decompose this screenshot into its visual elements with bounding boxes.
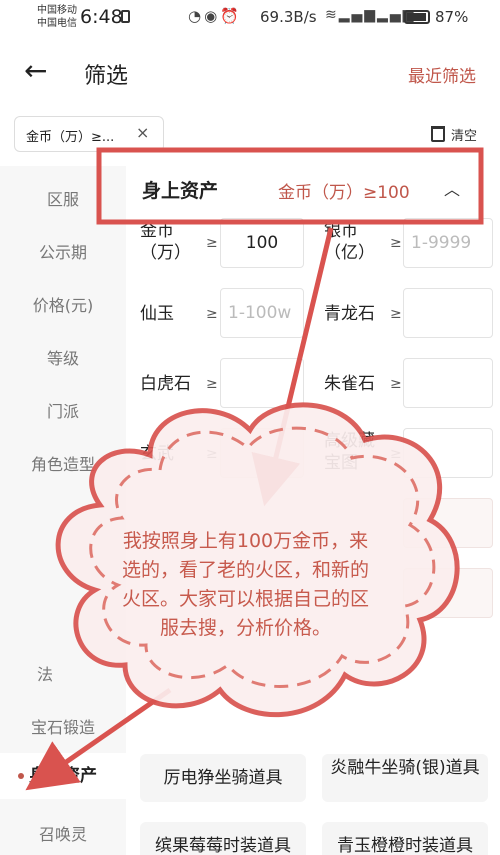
- sim-icon: [121, 10, 130, 23]
- speed-dial-icon: ◔: [188, 7, 205, 25]
- vermilion-bird-input[interactable]: [403, 358, 493, 408]
- status-time: 6:48: [80, 6, 123, 28]
- option-orange-outfit[interactable]: 青玉橙橙时装道具: [322, 822, 488, 855]
- battery-percent: 87%: [435, 8, 469, 26]
- treasure-map-input[interactable]: [403, 428, 493, 478]
- silver-input[interactable]: 1-9999: [403, 218, 493, 268]
- active-indicator: [18, 773, 24, 779]
- sidebar-item-gem-forging[interactable]: 宝石锻造: [0, 714, 126, 738]
- jade-input[interactable]: 1-100w: [220, 288, 304, 338]
- field-op-jade: ≥: [206, 306, 218, 322]
- field-label-silver: 银币 （亿）: [324, 221, 375, 263]
- carrier-1: 中国移动: [37, 5, 77, 16]
- field-op-azure-dragon: ≥: [390, 306, 402, 322]
- trash-icon[interactable]: [431, 126, 445, 142]
- back-arrow-icon[interactable]: ←: [24, 56, 47, 86]
- signal-4g-icon: ▂▄▆: [338, 7, 378, 23]
- recent-filters-link[interactable]: 最近筛选: [408, 62, 476, 87]
- white-tiger-input[interactable]: [220, 358, 304, 408]
- sidebar-item-assets[interactable]: 身上资产: [0, 753, 126, 799]
- carrier-names: 中国移动 中国电信: [37, 4, 77, 30]
- clear-button[interactable]: 清空: [451, 125, 477, 144]
- battery-icon: [404, 10, 430, 24]
- sidebar-item-summon[interactable]: 召唤灵: [0, 821, 126, 845]
- field-op-white-tiger: ≥: [206, 376, 218, 392]
- active-filter-chip[interactable]: 金币（万）≥... ×: [14, 116, 164, 152]
- sidebar-item-server[interactable]: 区服: [0, 186, 126, 210]
- sidebar-item-sect[interactable]: 门派: [0, 398, 126, 422]
- field-label-treasure-map: 高级藏 宝图: [324, 431, 375, 473]
- field-op-silver: ≥: [390, 235, 402, 251]
- field-label-jade: 仙玉: [140, 304, 174, 324]
- alarm-icon: ⏰: [220, 7, 242, 25]
- close-icon[interactable]: ×: [136, 123, 149, 142]
- option-fire-ox-mount[interactable]: 炎融牛坐骑(银)道具: [322, 754, 488, 802]
- hidden-input[interactable]: [403, 568, 493, 618]
- field-op-treasure-map: ≥: [390, 446, 402, 462]
- option-lightning-mount[interactable]: 厉电狰坐骑道具: [140, 754, 306, 802]
- net-speed: 69.3B/s: [260, 8, 317, 26]
- eye-icon: ◉: [204, 7, 221, 25]
- field-label-azure-dragon: 青龙石: [324, 304, 375, 324]
- chevron-up-icon[interactable]: ︿: [444, 176, 460, 200]
- section-title: 身上资产: [142, 180, 219, 202]
- field-op-black-tortoise: ≥: [206, 446, 218, 462]
- hidden-input[interactable]: [403, 498, 493, 548]
- azure-dragon-input[interactable]: [403, 288, 493, 338]
- field-label-gold: 金币 （万）: [140, 221, 191, 263]
- sidebar-item-appearance[interactable]: 角色造型: [0, 451, 126, 475]
- field-label-vermilion-bird: 朱雀石: [324, 374, 375, 394]
- wifi-icon: ≋: [325, 7, 339, 23]
- black-tortoise-input[interactable]: [220, 428, 304, 478]
- section-summary: 金币（万）≥100: [278, 183, 410, 203]
- carrier-2: 中国电信: [37, 18, 77, 29]
- category-sidebar: 区服 公示期 价格(元) 等级 门派 角色造型 法 宝石锻造 身上资产 召唤灵: [0, 166, 126, 855]
- signal-icons: ≋▂▄▆▂▄▆: [325, 7, 415, 23]
- filter-content: 身上资产 金币（万）≥100 ︿ 金币 （万） ≥ 100 银币 （亿） ≥ 1…: [126, 166, 500, 855]
- sidebar-item-label: 身上资产: [29, 766, 97, 786]
- gold-input[interactable]: 100: [220, 218, 304, 268]
- sidebar-item-publicity[interactable]: 公示期: [0, 239, 126, 263]
- field-label-white-tiger: 白虎石: [140, 374, 191, 394]
- status-icons: ◔◉⏰: [188, 7, 242, 25]
- field-label-black-tortoise: 玄武: [140, 444, 174, 464]
- field-op-vermilion-bird: ≥: [390, 376, 402, 392]
- sidebar-item-magic[interactable]: 法: [0, 661, 90, 685]
- status-bar: 中国移动 中国电信 6:48 ◔◉⏰ 69.3B/s ≋▂▄▆▂▄▆ 87%: [0, 0, 500, 36]
- sidebar-item-level[interactable]: 等级: [0, 345, 126, 369]
- sidebar-item-price[interactable]: 价格(元): [0, 292, 126, 316]
- option-berry-outfit[interactable]: 缤果莓莓时装道具: [140, 822, 306, 855]
- chip-label: 金币（万）≥...: [26, 130, 115, 145]
- field-op-gold: ≥: [206, 235, 218, 251]
- page-title: 筛选: [84, 64, 129, 89]
- annotation-text: 我按照身上有100万金币，来选的，看了老的火区，和新的火区。大家可以根据自己的区…: [121, 530, 369, 639]
